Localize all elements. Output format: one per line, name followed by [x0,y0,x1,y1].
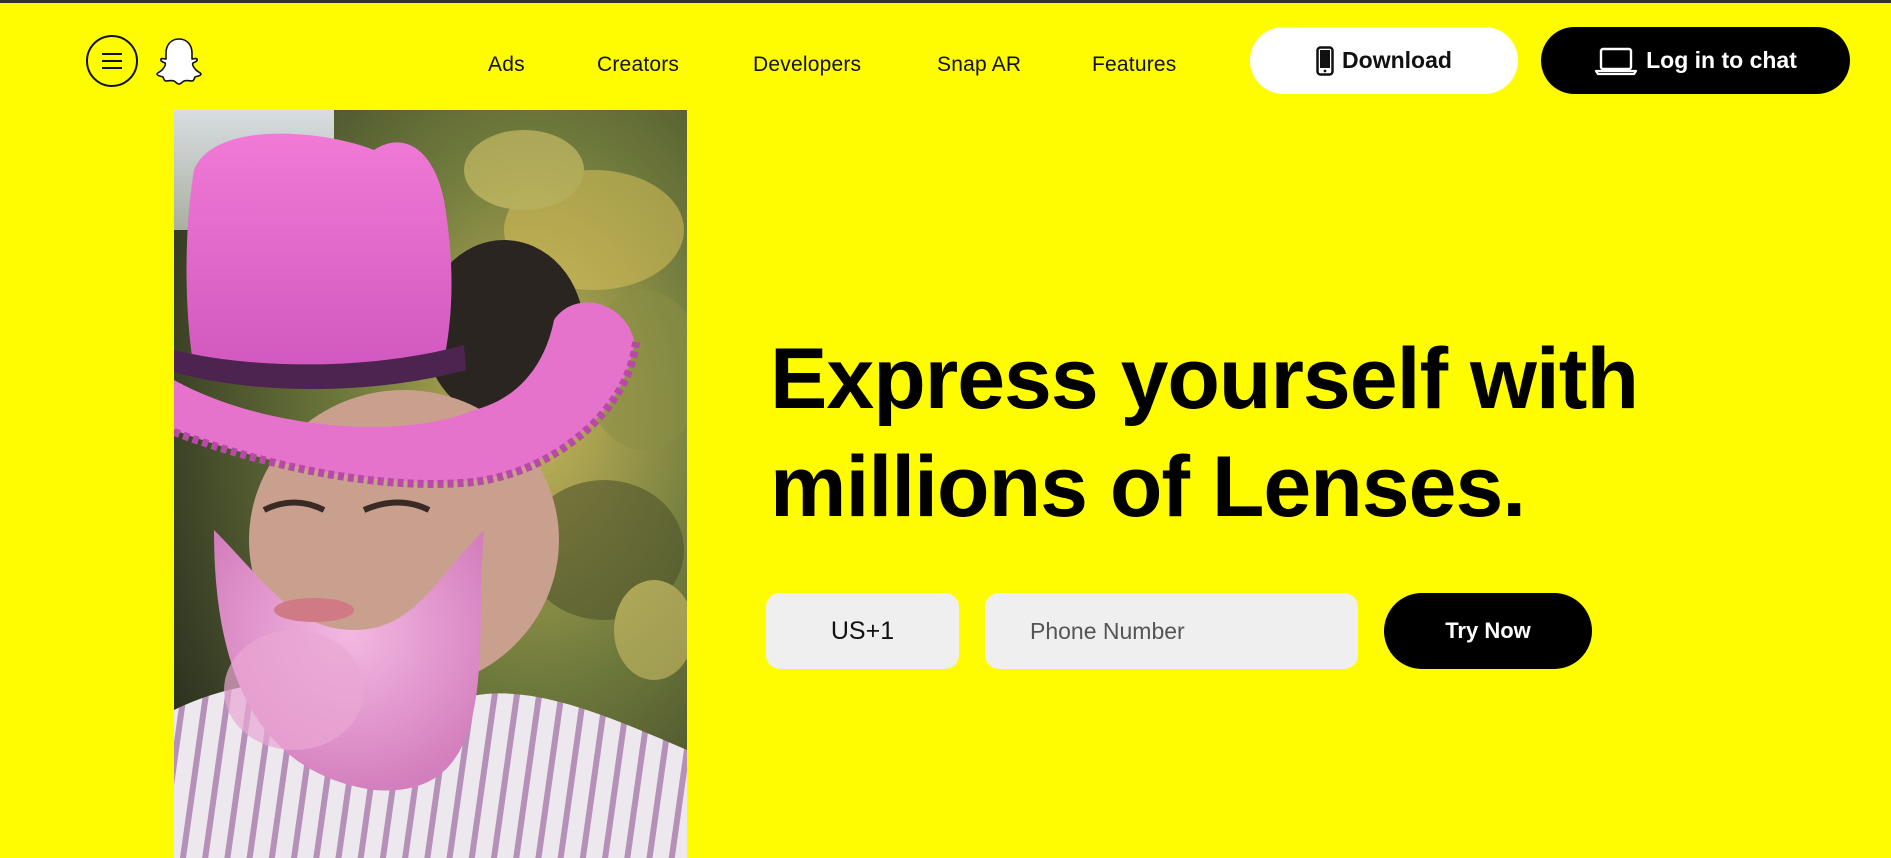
nav-item-ads[interactable]: Ads [488,53,525,77]
download-label: Download [1342,47,1452,73]
hamburger-menu-icon [102,53,122,69]
nav-item-snap-ar[interactable]: Snap AR [937,53,1021,77]
phone-number-input[interactable] [985,593,1358,669]
lens-preview-image [174,110,687,858]
hero-headline-line-2: millions of Lenses. [770,439,1526,535]
login-to-chat-button[interactable]: Log in to chat [1541,27,1850,94]
snapchat-ghost-icon[interactable] [156,37,202,85]
snapchat-landing-page: Ads Creators Developers Snap AR Features… [0,0,1891,858]
login-label: Log in to chat [1646,47,1797,73]
download-button[interactable]: Download [1250,27,1518,94]
country-code-select[interactable]: US+1 [766,593,959,669]
hero-headline: Express yourself with millions of Lenses… [770,325,1670,541]
hero-headline-line-1: Express yourself with [770,331,1639,427]
try-now-button[interactable]: Try Now [1384,593,1592,669]
menu-button[interactable] [86,35,138,87]
nav-item-creators[interactable]: Creators [597,53,679,77]
nav-item-developers[interactable]: Developers [753,53,861,77]
nav-item-features[interactable]: Features [1092,53,1176,77]
smartphone-icon [1316,45,1334,76]
laptop-icon [1595,47,1638,75]
